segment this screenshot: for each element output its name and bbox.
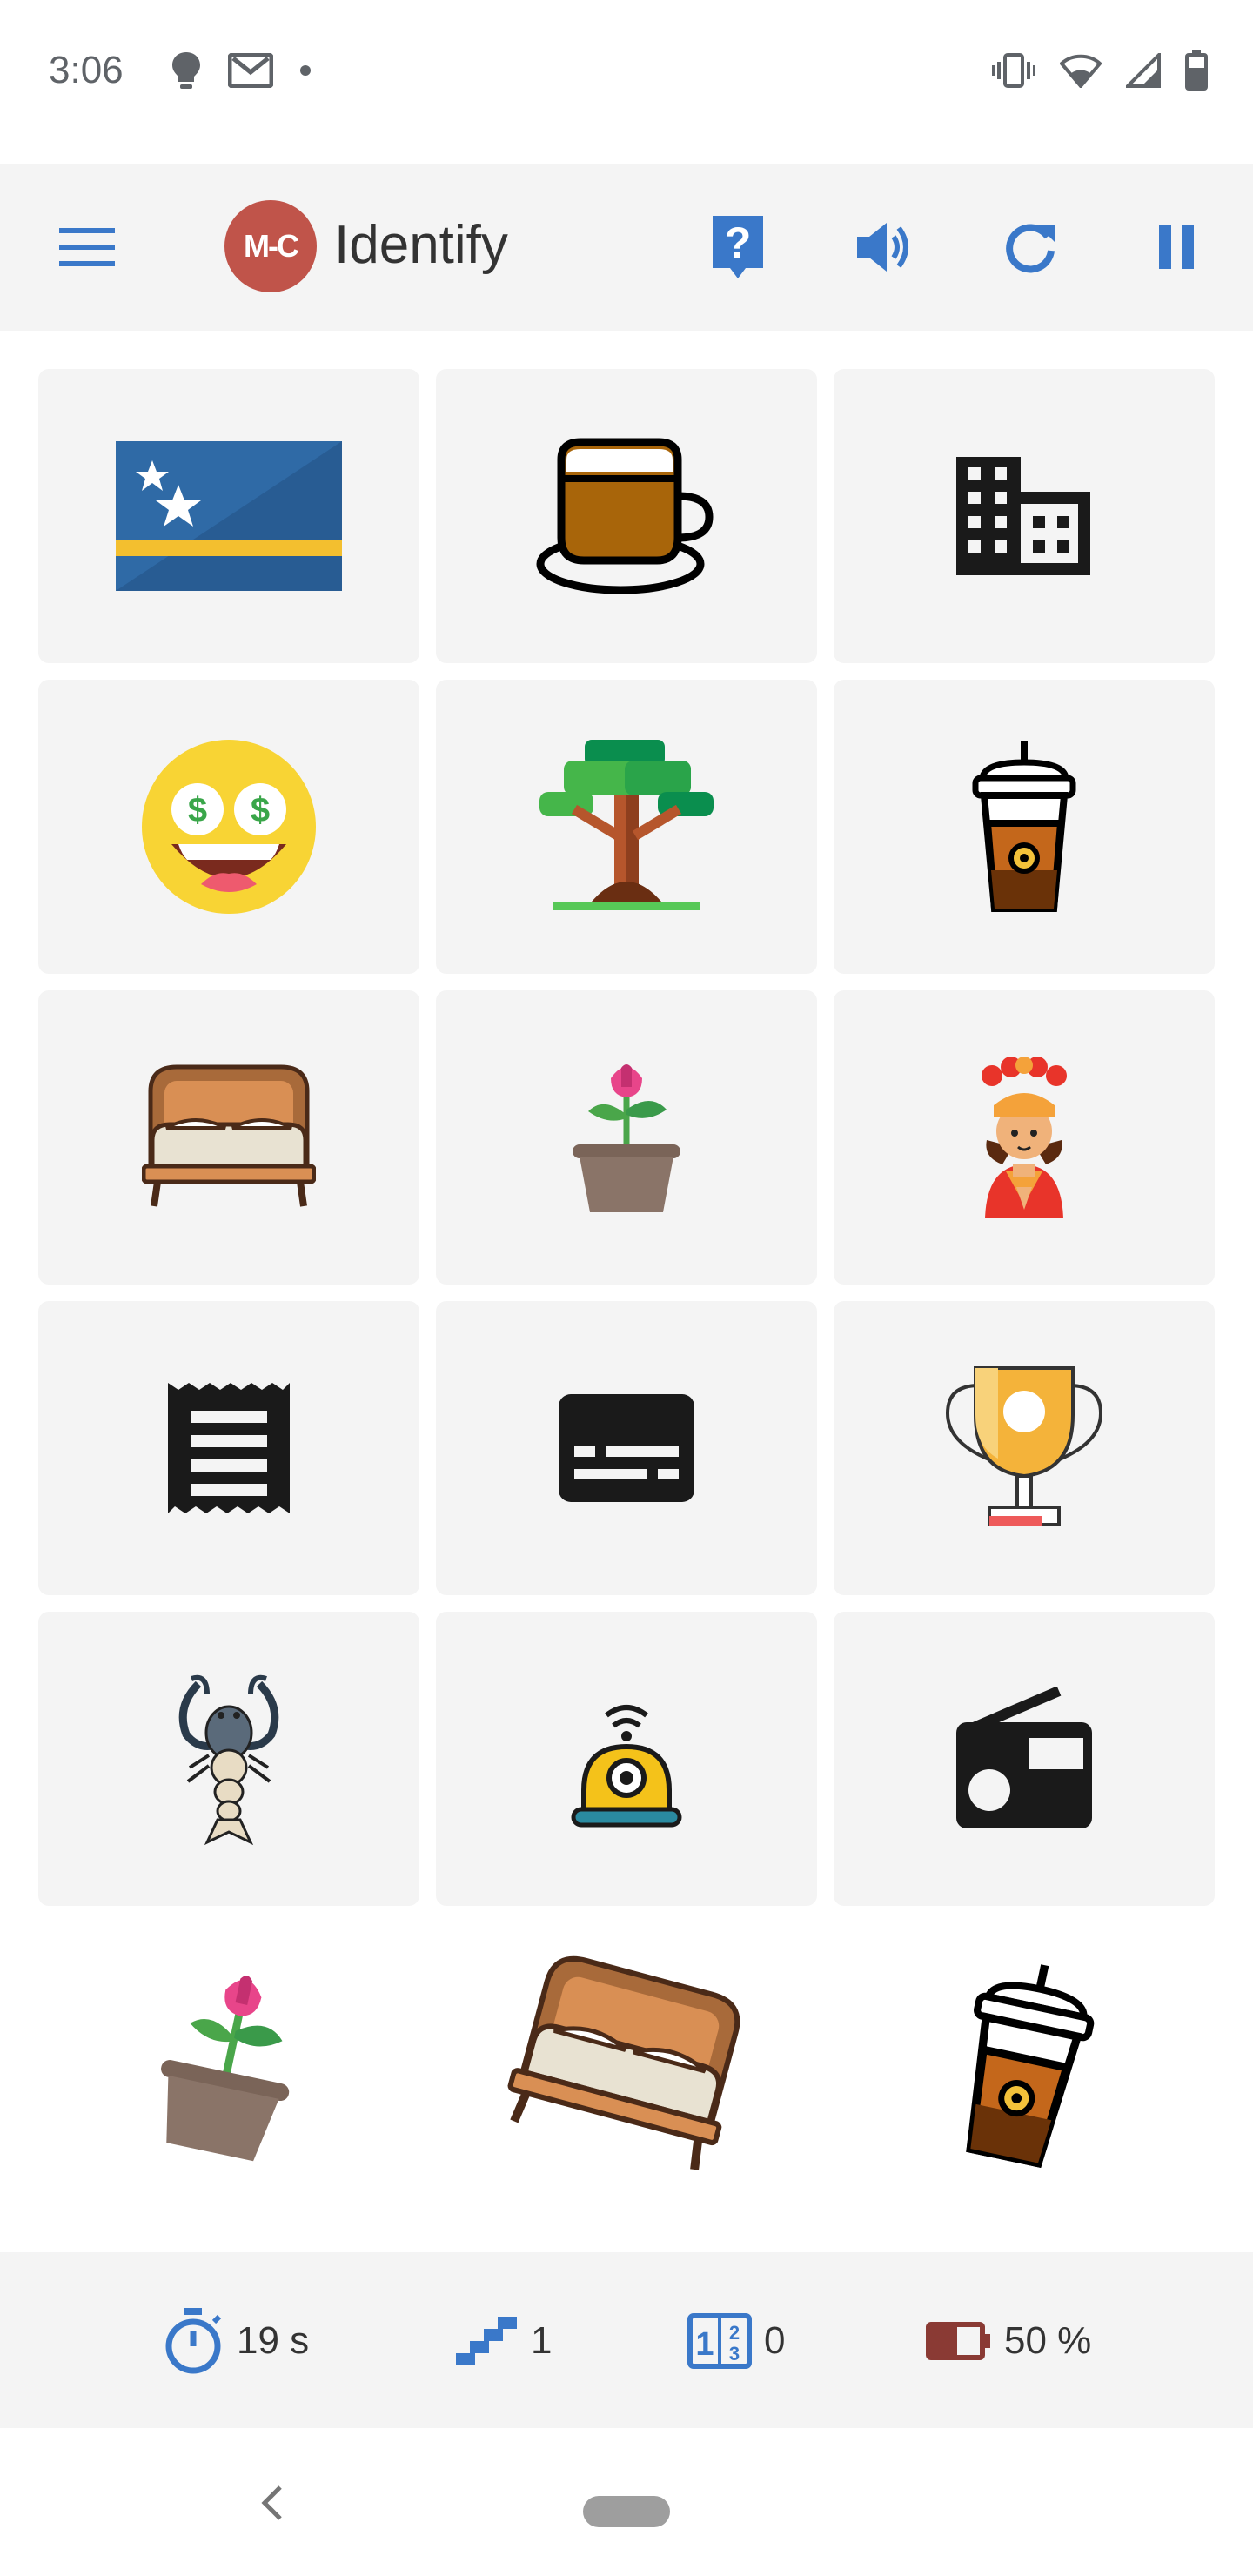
svg-text:1: 1: [695, 2326, 714, 2363]
app-bar: M-C Identify ?: [0, 164, 1253, 331]
score-counter-icon: 1 23: [687, 2313, 752, 2369]
level-value: 1: [531, 2319, 553, 2362]
grid-tile[interactable]: $ $: [38, 680, 419, 974]
grid-tile[interactable]: [38, 1612, 419, 1906]
help-button[interactable]: ?: [698, 207, 778, 287]
receipt-icon: [168, 1383, 290, 1513]
money-face-emoji-icon: $ $: [142, 740, 316, 914]
grid-tile[interactable]: [38, 369, 419, 663]
level-stat: 1: [454, 2306, 552, 2376]
timer-value: 19 s: [237, 2319, 310, 2362]
back-button[interactable]: [254, 2482, 289, 2528]
menu-button[interactable]: [52, 216, 122, 278]
grid-tile[interactable]: [436, 990, 817, 1285]
help-icon: ?: [713, 216, 763, 278]
lightbulb-icon: [172, 52, 200, 89]
crayfish-icon: [178, 1674, 279, 1846]
status-system-icons: [992, 50, 1208, 91]
stopwatch-icon: [165, 2308, 222, 2374]
office-building-icon: [956, 457, 1090, 575]
grid-tile[interactable]: [834, 369, 1215, 663]
hamburger-menu-icon: [59, 228, 115, 266]
grid-tile[interactable]: [834, 1612, 1215, 1906]
grid-tile[interactable]: [436, 369, 817, 663]
stats-bar: 19 s 1 123 0 50 %: [0, 2252, 1253, 2428]
page-title: Identify: [334, 215, 508, 275]
bed-icon: [507, 1955, 740, 2170]
grid-tile[interactable]: [38, 990, 419, 1285]
grid-tile[interactable]: [834, 990, 1215, 1285]
pause-icon: [1159, 225, 1194, 269]
pause-button[interactable]: [1136, 207, 1216, 287]
radio-icon: [956, 1687, 1092, 1828]
potted-flower-icon: [161, 1976, 290, 2162]
volume-icon: [857, 223, 908, 272]
iced-coffee-icon: [972, 741, 1076, 912]
stairs-icon: [456, 2317, 517, 2365]
vibrate-icon: [992, 53, 1035, 88]
curacao-flag-icon: [116, 441, 342, 591]
svg-text:?: ?: [725, 218, 752, 267]
target-item: [436, 1915, 817, 2210]
battery-stat: 50 %: [926, 2306, 1091, 2376]
coffee-cup-icon: [536, 438, 714, 594]
potted-flower-icon: [573, 1064, 680, 1212]
signal-icon: [1126, 53, 1161, 88]
timer-stat: 19 s: [162, 2306, 309, 2376]
battery-level-icon: [926, 2322, 990, 2360]
app-logo: M-C: [224, 200, 317, 292]
grid-tile[interactable]: [834, 680, 1215, 974]
svg-text:2: 2: [729, 2322, 740, 2344]
logo-text: M-C: [244, 228, 299, 264]
grid-tile[interactable]: [834, 1301, 1215, 1595]
icon-grid: $ $: [38, 369, 1215, 1906]
svg-text:3: 3: [729, 2343, 740, 2365]
battery-icon: [1185, 50, 1208, 91]
trophy-icon: [945, 1366, 1103, 1526]
grid-tile[interactable]: [436, 1301, 817, 1595]
status-time: 3:06: [49, 49, 124, 91]
grid-tile[interactable]: [436, 1612, 817, 1906]
iced-coffee-icon: [966, 1964, 1095, 2168]
dancer-icon: [982, 1057, 1067, 1218]
svg-text:$: $: [188, 791, 207, 829]
home-button[interactable]: [583, 2496, 670, 2527]
bed-icon: [142, 1064, 316, 1207]
score-value: 0: [764, 2319, 786, 2362]
status-bar: 3:06: [0, 0, 1253, 164]
target-icons-row: [38, 1915, 1215, 2210]
battery-value: 50 %: [1004, 2319, 1092, 2362]
gmail-icon: [228, 53, 273, 88]
tree-icon: [539, 740, 714, 910]
robot-vacuum-icon: [571, 1705, 682, 1828]
wifi-icon: [1060, 54, 1102, 88]
target-item: [834, 1915, 1215, 2210]
svg-text:$: $: [251, 791, 270, 829]
status-notification-icons: [171, 50, 312, 91]
volume-button[interactable]: [844, 207, 924, 287]
back-chevron-icon: [261, 2485, 282, 2520]
score-stat: 123 0: [687, 2306, 785, 2376]
refresh-button[interactable]: [990, 207, 1070, 287]
grid-tile[interactable]: [436, 680, 817, 974]
dot-icon: [300, 65, 311, 76]
target-item: [38, 1915, 419, 2210]
refresh-icon: [1006, 224, 1055, 273]
subtitles-icon: [559, 1394, 694, 1502]
grid-tile[interactable]: [38, 1301, 419, 1595]
